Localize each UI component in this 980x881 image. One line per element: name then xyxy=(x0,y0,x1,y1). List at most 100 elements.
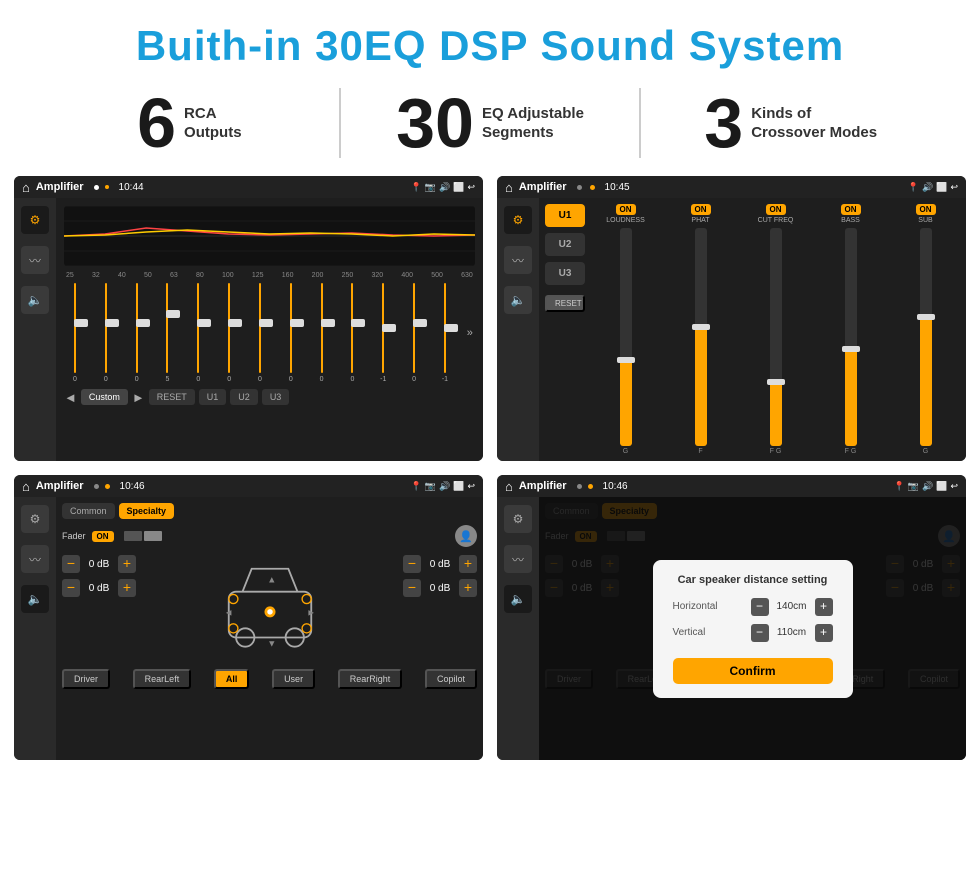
eq-slider-12[interactable]: 0 xyxy=(405,283,423,383)
eq-reset-button[interactable]: RESET xyxy=(149,389,195,405)
eq-main-content: 25 32 40 50 63 80 100 125 160 200 250 32… xyxy=(56,198,483,461)
crossover-sidebar-speaker-icon[interactable]: 🔈 xyxy=(504,286,532,314)
distance-sidebar: ⚙ 〰 🔈 xyxy=(497,497,539,760)
eq-slider-3[interactable]: 0 xyxy=(128,283,146,383)
fader-home-icon: ⌂ xyxy=(22,479,30,494)
fader-controls: − 0 dB + − 0 dB + xyxy=(62,555,477,665)
eq-graph xyxy=(64,206,475,266)
cutfreq-label: CUT FREQ xyxy=(758,217,794,224)
eq-slider-11[interactable]: -1 xyxy=(374,283,392,383)
eq-sidebar-wave-icon[interactable]: 〰 xyxy=(21,246,49,274)
db-minus-1[interactable]: − xyxy=(62,555,80,573)
eq-slider-2[interactable]: 0 xyxy=(97,283,115,383)
cutfreq-track[interactable] xyxy=(770,228,782,446)
svg-text:▼: ▼ xyxy=(267,639,276,649)
crossover-screen: ⌂ Amplifier 10:45 📍 🔊 ⬜ ↩ ⚙ 〰 🔈 U1 U2 xyxy=(497,176,966,461)
crossover-reset-button[interactable]: RESET xyxy=(545,295,585,312)
distance-sidebar-eq-icon[interactable]: ⚙ xyxy=(504,505,532,533)
eq-slider-1[interactable]: 0 xyxy=(66,283,84,383)
distance-home-icon: ⌂ xyxy=(505,479,513,494)
eq-slider-4[interactable]: 5 xyxy=(158,283,176,383)
eq-u2-button[interactable]: U2 xyxy=(230,389,258,405)
db-row-3: − 0 dB + xyxy=(403,555,477,573)
db-plus-4[interactable]: + xyxy=(459,579,477,597)
loudness-track[interactable] xyxy=(620,228,632,446)
copilot-button[interactable]: Copilot xyxy=(425,669,477,689)
sub-track[interactable] xyxy=(920,228,932,446)
vertical-plus-button[interactable]: + xyxy=(815,624,833,642)
distance-location-icon: 📍 xyxy=(894,481,905,492)
distance-dot-2 xyxy=(588,484,593,489)
db-plus-2[interactable]: + xyxy=(118,579,136,597)
eq-slider-10[interactable]: 0 xyxy=(343,283,361,383)
loudness-value: G xyxy=(623,448,628,455)
eq-slider-6[interactable]: 0 xyxy=(220,283,238,383)
rearright-button[interactable]: RearRight xyxy=(338,669,403,689)
db-plus-1[interactable]: + xyxy=(118,555,136,573)
crossover-body: ⚙ 〰 🔈 U1 U2 U3 RESET ON LOUDNESS xyxy=(497,198,966,461)
eq-u3-button[interactable]: U3 xyxy=(262,389,290,405)
rearleft-button[interactable]: RearLeft xyxy=(133,669,192,689)
bass-track[interactable] xyxy=(845,228,857,446)
eq-next-button[interactable]: ► xyxy=(132,390,145,405)
eq-slider-7[interactable]: 0 xyxy=(251,283,269,383)
horizontal-value: 140cm xyxy=(773,601,811,612)
distance-dot-1 xyxy=(577,484,582,489)
horizontal-stepper: − 140cm + xyxy=(751,598,833,616)
eq-custom-button[interactable]: Custom xyxy=(81,389,128,405)
tab-specialty[interactable]: Specialty xyxy=(119,503,175,519)
u3-button[interactable]: U3 xyxy=(545,262,585,285)
tab-common[interactable]: Common xyxy=(62,503,115,519)
phat-track[interactable] xyxy=(695,228,707,446)
horizontal-minus-button[interactable]: − xyxy=(751,598,769,616)
distance-sidebar-speaker-icon[interactable]: 🔈 xyxy=(504,585,532,613)
user-button[interactable]: User xyxy=(272,669,315,689)
eq-prev-button[interactable]: ◄ xyxy=(64,390,77,405)
confirm-button[interactable]: Confirm xyxy=(673,658,833,684)
crossover-sidebar-wave-icon[interactable]: 〰 xyxy=(504,246,532,274)
u2-button[interactable]: U2 xyxy=(545,233,585,256)
stat-number-crossover: 3 xyxy=(704,88,743,158)
eq-controls: ◄ Custom ► RESET U1 U2 U3 xyxy=(64,389,475,405)
db-controls-right: − 0 dB + − 0 dB + xyxy=(403,555,477,597)
distance-dialog: Car speaker distance setting Horizontal … xyxy=(653,560,853,698)
distance-volume-icon: 🔊 xyxy=(922,481,933,492)
eq-sidebar-eq-icon[interactable]: ⚙ xyxy=(21,206,49,234)
db-minus-2[interactable]: − xyxy=(62,579,80,597)
crossover-back-icon: ↩ xyxy=(950,182,958,193)
db-value-1: 0 dB xyxy=(84,559,114,570)
phat-on-badge: ON xyxy=(691,204,711,215)
db-minus-3[interactable]: − xyxy=(403,555,421,573)
freq-80: 80 xyxy=(196,272,204,279)
crossover-main-content: U1 U2 U3 RESET ON LOUDNESS G xyxy=(539,198,966,461)
vertical-minus-button[interactable]: − xyxy=(751,624,769,642)
eq-slider-5[interactable]: 0 xyxy=(189,283,207,383)
fader-sidebar-eq-icon[interactable]: ⚙ xyxy=(21,505,49,533)
eq-u1-button[interactable]: U1 xyxy=(199,389,227,405)
fader-dot-2 xyxy=(105,484,110,489)
crossover-sidebar-eq-icon[interactable]: ⚙ xyxy=(504,206,532,234)
eq-slider-9[interactable]: 0 xyxy=(313,283,331,383)
volume-icon: 🔊 xyxy=(439,182,450,193)
distance-sidebar-wave-icon[interactable]: 〰 xyxy=(504,545,532,573)
stat-eq: 30 EQ Adjustable Segments xyxy=(361,88,620,158)
freq-400: 400 xyxy=(401,272,413,279)
horizontal-plus-button[interactable]: + xyxy=(815,598,833,616)
fader-sidebar-speaker-icon[interactable]: 🔈 xyxy=(21,585,49,613)
dialog-overlay: Car speaker distance setting Horizontal … xyxy=(539,497,966,760)
db-plus-3[interactable]: + xyxy=(459,555,477,573)
driver-button[interactable]: Driver xyxy=(62,669,110,689)
eq-slider-13[interactable]: -1 xyxy=(436,283,454,383)
all-button[interactable]: All xyxy=(214,669,250,689)
u1-button[interactable]: U1 xyxy=(545,204,585,227)
crossover-app-name: Amplifier xyxy=(519,181,567,193)
db-minus-4[interactable]: − xyxy=(403,579,421,597)
eq-sidebar-speaker-icon[interactable]: 🔈 xyxy=(21,286,49,314)
fader-sidebar-wave-icon[interactable]: 〰 xyxy=(21,545,49,573)
eq-slider-8[interactable]: 0 xyxy=(282,283,300,383)
db-controls-left: − 0 dB + − 0 dB + xyxy=(62,555,136,597)
fader-top-bar: Fader ON 👤 xyxy=(62,525,477,547)
crossover-location-icon: 📍 xyxy=(908,182,919,193)
crossover-sidebar: ⚙ 〰 🔈 xyxy=(497,198,539,461)
freq-25: 25 xyxy=(66,272,74,279)
